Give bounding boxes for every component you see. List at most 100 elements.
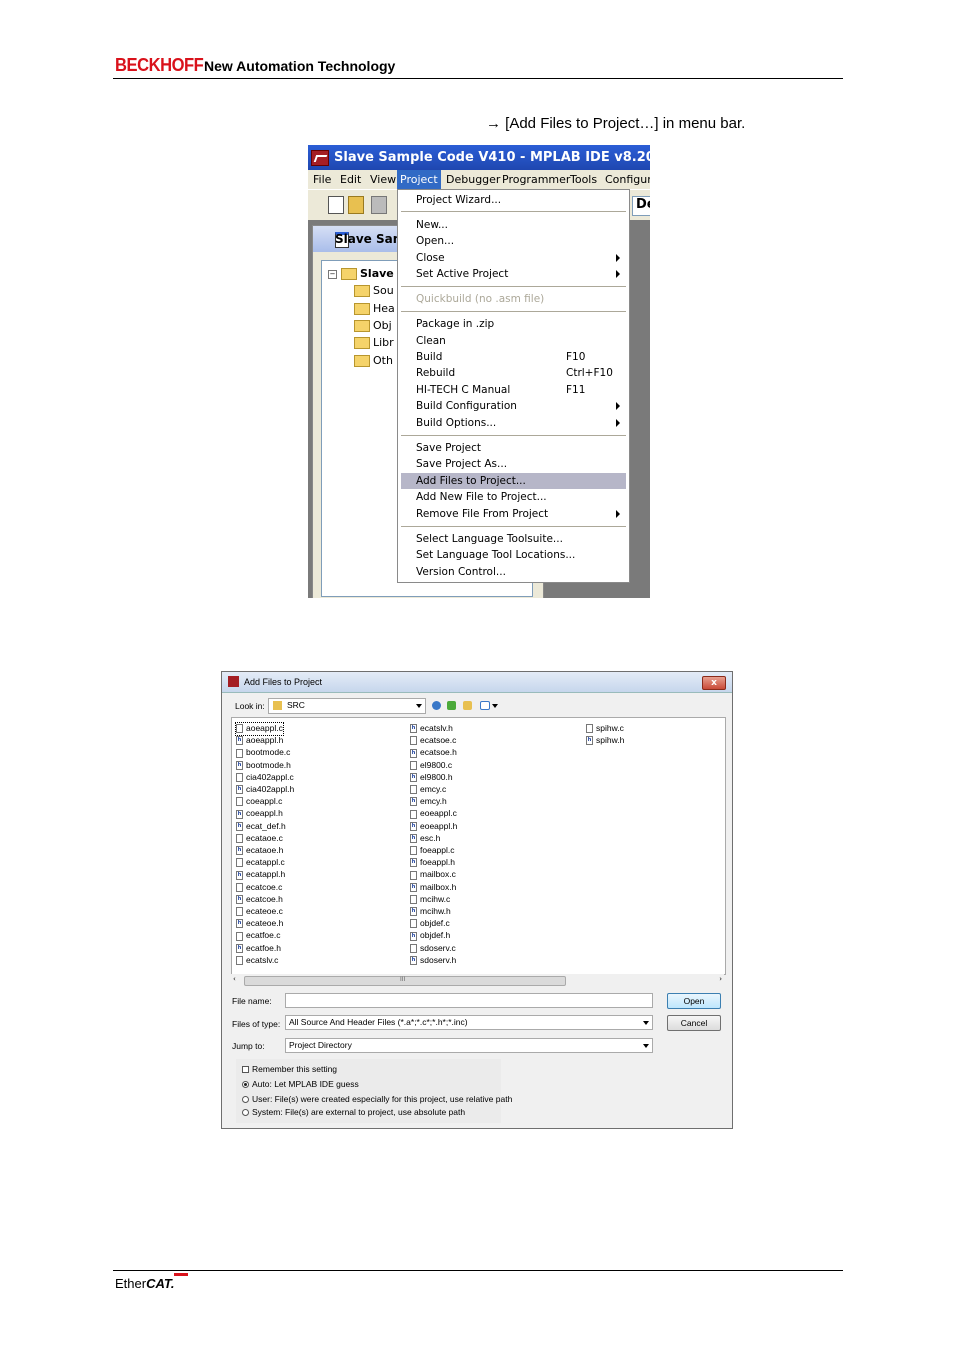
file-item[interactable]: ecatslv.c [236,955,278,967]
file-item[interactable]: h ecataoe.h [236,845,283,857]
cancel-button[interactable]: Cancel [667,1015,721,1031]
open-button[interactable]: Open [667,993,721,1009]
file-item[interactable]: emcy.c [410,784,446,796]
file-item[interactable]: coeappl.c [236,796,282,808]
back-icon[interactable] [432,701,441,710]
file-item[interactable]: h el9800.h [410,772,453,784]
save-icon[interactable] [371,196,387,214]
menu-item-build-configuration[interactable]: Build Configuration [401,398,626,414]
menu-debugger[interactable]: Debugger [446,173,500,186]
menu-file[interactable]: File [313,173,331,186]
file-item[interactable]: ecatcoe.c [236,882,282,894]
file-item[interactable]: h objdef.h [410,930,450,942]
file-name-input[interactable] [285,993,653,1008]
tree-item[interactable]: Sou [354,284,394,297]
menu-item-close[interactable]: Close [401,250,626,266]
menu-item-package-zip[interactable]: Package in .zip [401,316,626,332]
tree-item[interactable]: Obj [354,319,392,332]
menu-tools[interactable]: Tools [570,173,597,186]
chevron-down-icon[interactable] [492,704,498,708]
new-folder-icon[interactable] [463,701,472,710]
file-item[interactable]: objdef.c [410,918,450,930]
horizontal-scrollbar[interactable]: ‹ III › [231,974,724,986]
close-button[interactable]: x [702,676,726,690]
file-item[interactable]: h sdoserv.h [410,955,456,967]
file-item[interactable]: h ecatappl.h [236,869,285,881]
toolbar-combo[interactable]: De [632,196,650,216]
menu-item-add-new-file[interactable]: Add New File to Project... [401,489,626,505]
menu-item-tool-locations[interactable]: Set Language Tool Locations... [401,547,626,563]
file-item[interactable]: ecataoe.c [236,833,283,845]
files-of-type-select[interactable]: All Source And Header Files (*.a*;*.c*;*… [285,1015,653,1030]
file-item[interactable]: foeappl.c [410,845,455,857]
menu-programmer[interactable]: Programmer [502,173,570,186]
file-item[interactable]: ecateoe.c [236,906,283,918]
menu-edit[interactable]: Edit [340,173,361,186]
file-item[interactable]: sdoserv.c [410,943,456,955]
radio-system[interactable]: System: File(s) are external to project,… [242,1107,465,1117]
file-item[interactable]: ecatappl.c [236,857,285,869]
menu-item-set-active-project[interactable]: Set Active Project [401,266,626,282]
menu-item-clean[interactable]: Clean [401,333,626,349]
file-item[interactable]: h ecat_def.h [236,821,286,833]
menu-item-build[interactable]: Build F10 [401,349,626,365]
file-item[interactable]: h eoeappl.h [410,821,457,833]
file-item[interactable]: h ecatfoe.h [236,943,281,955]
menu-configure[interactable]: Configure [605,173,650,186]
file-item[interactable]: ecatsoe.c [410,735,456,747]
file-item[interactable]: mcihw.c [410,894,450,906]
tree-item[interactable]: Hea [354,302,395,315]
menu-item-select-toolsuite[interactable]: Select Language Toolsuite... [401,531,626,547]
menu-item-remove-file[interactable]: Remove File From Project [401,506,626,522]
view-menu-icon[interactable] [480,701,490,710]
remember-setting-checkbox[interactable]: Remember this setting [242,1064,337,1074]
menu-item-open[interactable]: Open... [401,233,626,249]
menu-item-hitech-manual[interactable]: HI-TECH C Manual F11 [401,382,626,398]
up-folder-icon[interactable] [447,701,456,710]
open-folder-icon[interactable] [348,196,364,214]
jump-to-select[interactable]: Project Directory [285,1038,653,1053]
file-item[interactable]: bootmode.c [236,747,290,759]
scroll-left-icon[interactable]: ‹ [233,975,236,983]
file-item[interactable]: h bootmode.h [236,760,291,772]
file-item[interactable]: h mcihw.h [410,906,451,918]
file-item[interactable]: cia402appl.c [236,772,294,784]
menu-item-save-project-as[interactable]: Save Project As... [401,456,626,472]
menu-view[interactable]: View [370,173,396,186]
menu-item-new[interactable]: New... [401,217,626,233]
tree-item[interactable]: Oth [354,354,393,367]
menu-item-save-project[interactable]: Save Project [401,440,626,456]
file-item[interactable]: h cia402appl.h [236,784,294,796]
menu-item-add-files-to-project[interactable]: Add Files to Project... [401,473,626,489]
file-item[interactable]: h spihw.h [586,735,624,747]
menu-item-version-control[interactable]: Version Control... [401,564,626,580]
file-item[interactable]: h coeappl.h [236,808,283,820]
scrollbar-thumb[interactable]: III [244,976,566,986]
scroll-right-icon[interactable]: › [719,975,722,983]
file-item[interactable]: h ecatcoe.h [236,894,283,906]
file-item[interactable]: h emcy.h [410,796,447,808]
file-item[interactable]: h ecatslv.h [410,723,453,735]
collapse-icon[interactable]: − [328,269,337,279]
tree-root[interactable]: − Slave [328,267,394,280]
file-item[interactable]: h foeappl.h [410,857,455,869]
file-item[interactable]: el9800.c [410,760,452,772]
file-item[interactable]: h mailbox.h [410,882,456,894]
file-item[interactable]: h esc.h [410,833,440,845]
file-item[interactable]: aoeappl.c [235,722,284,736]
file-item[interactable]: eoeappl.c [410,808,457,820]
file-item[interactable]: h ecatsoe.h [410,747,457,759]
menu-item-project-wizard[interactable]: Project Wizard... [401,192,626,208]
file-item[interactable]: mailbox.c [410,869,456,881]
menu-project[interactable]: Project [397,170,441,189]
file-item[interactable]: h ecateoe.h [236,918,283,930]
tree-item[interactable]: Libr [354,336,394,349]
look-in-select[interactable]: SRC [268,698,426,714]
radio-auto[interactable]: Auto: Let MPLAB IDE guess [242,1079,359,1089]
file-item[interactable]: ecatfoe.c [236,930,281,942]
new-file-icon[interactable] [328,196,344,214]
menu-item-rebuild[interactable]: Rebuild Ctrl+F10 [401,365,626,381]
menu-item-build-options[interactable]: Build Options... [401,415,626,431]
file-item[interactable]: spihw.c [586,723,624,735]
radio-user[interactable]: User: File(s) were created especially fo… [242,1094,512,1104]
